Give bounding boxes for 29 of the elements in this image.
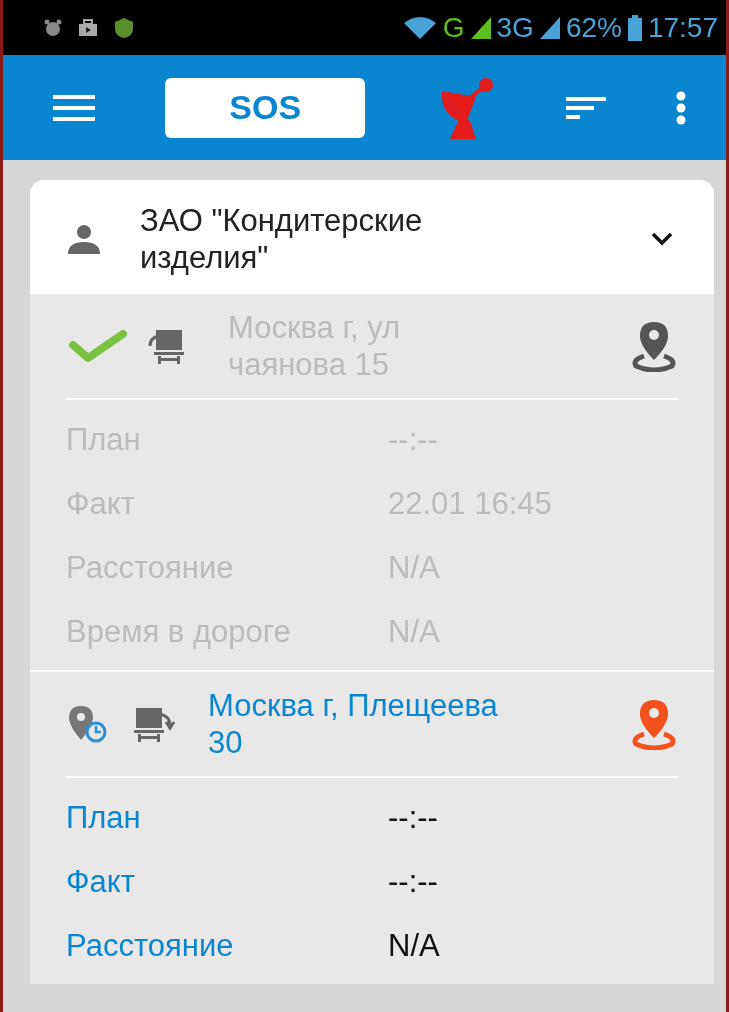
field-label: План: [66, 800, 142, 837]
field-label: Расстояние: [66, 928, 235, 965]
location-pin-icon[interactable]: [630, 698, 678, 751]
network-type: 3G: [496, 11, 534, 44]
stop-address[interactable]: Москва г, Плещеева 30: [194, 687, 612, 762]
location-pin-icon[interactable]: [630, 320, 678, 373]
sos-button[interactable]: SOS: [165, 77, 366, 138]
signal-icon: [470, 16, 491, 39]
field-value: --:--: [388, 864, 438, 901]
field-label: Факт: [66, 864, 136, 901]
person-icon: [66, 224, 102, 255]
alarm-clock-icon: [43, 17, 63, 38]
field-value: --:--: [388, 422, 438, 459]
field-value: --:--: [388, 800, 438, 837]
network-type: G: [442, 11, 465, 44]
clock-time: 17:57: [647, 11, 718, 44]
field-value: N/A: [388, 928, 440, 965]
shield-icon: [113, 16, 135, 39]
sort-icon[interactable]: [565, 96, 606, 119]
menu-icon[interactable]: [53, 94, 95, 121]
battery-icon: [627, 14, 642, 41]
client-header[interactable]: ЗАО "Кондитерские изделия": [30, 180, 714, 295]
media-bag-icon: [77, 17, 99, 38]
client-name: ЗАО "Кондитерские изделия": [140, 202, 424, 277]
more-options-icon[interactable]: [676, 90, 686, 125]
signal-icon: [539, 16, 560, 39]
battery-percent: 62%: [565, 11, 622, 44]
wifi-icon: [402, 15, 437, 40]
chevron-down-icon[interactable]: [650, 231, 674, 248]
